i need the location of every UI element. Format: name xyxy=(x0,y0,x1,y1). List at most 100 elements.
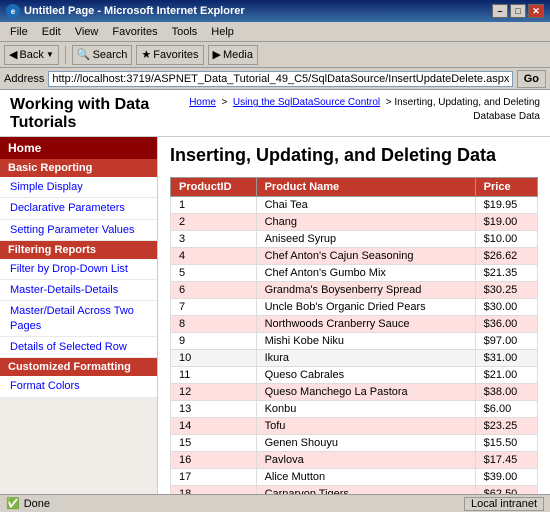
cell-productid: 8 xyxy=(171,315,257,332)
sidebar-item-setting-parameter-values[interactable]: Setting Parameter Values xyxy=(0,220,157,241)
sidebar-section-customized-formatting: Customized Formatting xyxy=(0,358,157,376)
cell-price: $23.25 xyxy=(475,417,537,434)
table-row: 6Grandma's Boysenberry Spread$30.25 xyxy=(171,281,538,298)
sidebar-item-master-detail-two-pages[interactable]: Master/Detail Across Two Pages xyxy=(0,301,157,337)
table-row: 16Pavlova$17.45 xyxy=(171,451,538,468)
cell-productid: 13 xyxy=(171,400,257,417)
cell-price: $15.50 xyxy=(475,434,537,451)
table-row: 1Chai Tea$19.95 xyxy=(171,196,538,213)
cell-productid: 4 xyxy=(171,247,257,264)
cell-productid: 2 xyxy=(171,213,257,230)
sidebar-item-simple-display[interactable]: Simple Display xyxy=(0,177,157,198)
content-title: Inserting, Updating, and Deleting Data xyxy=(170,145,538,167)
cell-productname: Queso Manchego La Pastora xyxy=(256,383,475,400)
cell-price: $36.00 xyxy=(475,315,537,332)
page-header: Working with Data Tutorials Home > Using… xyxy=(0,90,550,137)
table-row: 2Chang$19.00 xyxy=(171,213,538,230)
status-text: Done xyxy=(24,498,50,510)
cell-price: $6.00 xyxy=(475,400,537,417)
back-arrow-icon: ◀ xyxy=(9,48,17,61)
menu-tools[interactable]: Tools xyxy=(166,25,204,39)
status-bar: ✅ Done Local intranet xyxy=(0,494,550,512)
cell-productname: Chang xyxy=(256,213,475,230)
cell-productid: 7 xyxy=(171,298,257,315)
cell-productname: Pavlova xyxy=(256,451,475,468)
status-left: ✅ Done xyxy=(6,497,50,510)
title-bar: e Untitled Page - Microsoft Internet Exp… xyxy=(0,0,550,22)
back-dropdown-icon[interactable]: ▼ xyxy=(46,50,54,59)
cell-productname: Carnarvon Tigers xyxy=(256,485,475,494)
cell-productid: 9 xyxy=(171,332,257,349)
close-button[interactable]: ✕ xyxy=(528,4,544,18)
cell-price: $30.00 xyxy=(475,298,537,315)
toolbar-separator-1 xyxy=(65,46,66,64)
cell-price: $19.00 xyxy=(475,213,537,230)
search-button[interactable]: 🔍 Search xyxy=(72,45,133,65)
main-layout: Home Basic Reporting Simple Display Decl… xyxy=(0,137,550,494)
cell-productname: Chef Anton's Cajun Seasoning xyxy=(256,247,475,264)
table-row: 4Chef Anton's Cajun Seasoning$26.62 xyxy=(171,247,538,264)
address-input[interactable] xyxy=(48,71,512,87)
cell-productid: 5 xyxy=(171,264,257,281)
table-row: 5Chef Anton's Gumbo Mix$21.35 xyxy=(171,264,538,281)
cell-productid: 3 xyxy=(171,230,257,247)
cell-productid: 6 xyxy=(171,281,257,298)
cell-price: $39.00 xyxy=(475,468,537,485)
cell-productid: 10 xyxy=(171,349,257,366)
sidebar-home[interactable]: Home xyxy=(0,137,157,159)
go-button[interactable]: Go xyxy=(517,70,546,88)
cell-productname: Grandma's Boysenberry Spread xyxy=(256,281,475,298)
cell-price: $21.35 xyxy=(475,264,537,281)
cell-productname: Genen Shouyu xyxy=(256,434,475,451)
minimize-button[interactable]: – xyxy=(492,4,508,18)
menu-favorites[interactable]: Favorites xyxy=(106,25,163,39)
cell-price: $26.62 xyxy=(475,247,537,264)
maximize-button[interactable]: □ xyxy=(510,4,526,18)
media-button[interactable]: ▶ Media xyxy=(208,45,258,65)
table-row: 14Tofu$23.25 xyxy=(171,417,538,434)
sidebar-section-filtering-reports: Filtering Reports xyxy=(0,241,157,259)
table-row: 7Uncle Bob's Organic Dried Pears$30.00 xyxy=(171,298,538,315)
title-bar-buttons: – □ ✕ xyxy=(492,4,544,18)
address-bar: Address Go xyxy=(0,68,550,90)
sidebar-item-details-selected-row[interactable]: Details of Selected Row xyxy=(0,337,157,358)
cell-productname: Aniseed Syrup xyxy=(256,230,475,247)
menu-file[interactable]: File xyxy=(4,25,34,39)
cell-productname: Chef Anton's Gumbo Mix xyxy=(256,264,475,281)
cell-price: $38.00 xyxy=(475,383,537,400)
cell-productid: 17 xyxy=(171,468,257,485)
toolbar: ◀ Back ▼ 🔍 Search ★ Favorites ▶ Media xyxy=(0,42,550,68)
cell-productname: Ikura xyxy=(256,349,475,366)
cell-price: $62.50 xyxy=(475,485,537,494)
favorites-button[interactable]: ★ Favorites xyxy=(136,45,203,65)
table-row: 10Ikura$31.00 xyxy=(171,349,538,366)
breadcrumb-parent[interactable]: Using the SqlDataSource Control xyxy=(233,97,380,108)
table-row: 18Carnarvon Tigers$62.50 xyxy=(171,485,538,494)
cell-price: $30.25 xyxy=(475,281,537,298)
sidebar-item-filter-dropdown[interactable]: Filter by Drop-Down List xyxy=(0,259,157,280)
cell-price: $97.00 xyxy=(475,332,537,349)
cell-price: $10.00 xyxy=(475,230,537,247)
title-bar-left: e Untitled Page - Microsoft Internet Exp… xyxy=(6,4,245,18)
sidebar-item-master-details[interactable]: Master-Details-Details xyxy=(0,280,157,301)
sidebar-item-declarative-parameters[interactable]: Declarative Parameters xyxy=(0,198,157,219)
back-button[interactable]: ◀ Back ▼ xyxy=(4,45,59,65)
cell-productname: Queso Cabrales xyxy=(256,366,475,383)
search-icon: 🔍 xyxy=(77,48,91,61)
table-row: 15Genen Shouyu$15.50 xyxy=(171,434,538,451)
menu-help[interactable]: Help xyxy=(205,25,240,39)
breadcrumb-home[interactable]: Home xyxy=(189,97,216,108)
cell-price: $19.95 xyxy=(475,196,537,213)
cell-productname: Uncle Bob's Organic Dried Pears xyxy=(256,298,475,315)
status-icon: ✅ xyxy=(6,497,20,510)
sidebar-item-format-colors[interactable]: Format Colors xyxy=(0,376,157,397)
table-row: 9Mishi Kobe Niku$97.00 xyxy=(171,332,538,349)
status-zone: Local intranet xyxy=(464,497,544,511)
media-icon: ▶ xyxy=(213,48,221,61)
table-row: 12Queso Manchego La Pastora$38.00 xyxy=(171,383,538,400)
col-header-productid: ProductID xyxy=(171,177,257,196)
menu-view[interactable]: View xyxy=(69,25,105,39)
menu-edit[interactable]: Edit xyxy=(36,25,67,39)
table-row: 13Konbu$6.00 xyxy=(171,400,538,417)
cell-productname: Northwoods Cranberry Sauce xyxy=(256,315,475,332)
